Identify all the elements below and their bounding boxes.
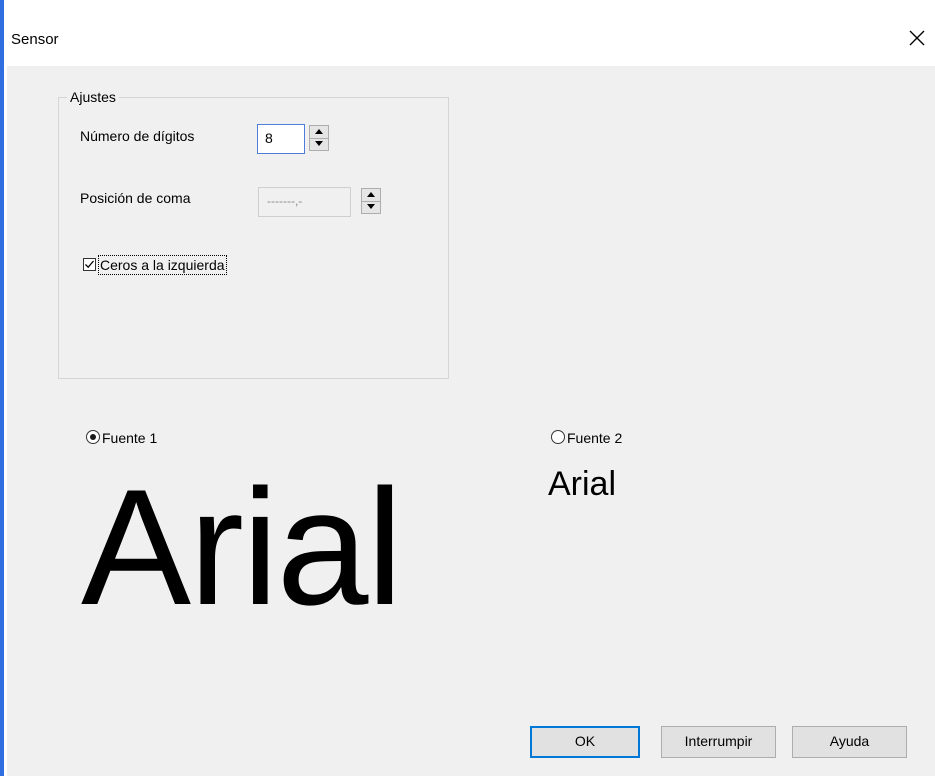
- sensor-dialog: Sensor Ajustes Número de dígitos 8 Posic…: [7, 0, 935, 776]
- font1-radio[interactable]: [86, 430, 100, 444]
- cancel-button[interactable]: Interrumpir: [661, 726, 776, 758]
- comma-position-label: Posición de coma: [80, 190, 191, 206]
- window-title: Sensor: [11, 31, 59, 48]
- font2-label[interactable]: Fuente 2: [567, 430, 622, 446]
- leading-zeros-checkbox[interactable]: [83, 258, 96, 271]
- arrow-up-icon: [367, 192, 375, 197]
- title-bar: Sensor: [7, 0, 935, 66]
- help-button[interactable]: Ayuda: [792, 726, 907, 758]
- arrow-down-icon: [367, 204, 375, 209]
- arrow-up-icon: [315, 129, 323, 134]
- leading-zeros-label[interactable]: Ceros a la izquierda: [98, 255, 227, 275]
- window-accent-edge: [0, 0, 4, 776]
- arrow-down-icon: [315, 141, 323, 146]
- font2-radio[interactable]: [551, 430, 565, 444]
- checkmark-icon: [85, 260, 94, 269]
- radio-selected-dot: [90, 434, 96, 440]
- comma-position-spinner: [361, 188, 381, 214]
- digits-decrement-button[interactable]: [310, 138, 328, 150]
- font1-label[interactable]: Fuente 1: [102, 430, 157, 446]
- close-button[interactable]: [903, 24, 931, 52]
- digits-spinner: [309, 125, 329, 151]
- close-icon: [909, 30, 925, 46]
- digits-label: Número de dígitos: [80, 128, 195, 144]
- settings-group-label: Ajustes: [67, 89, 119, 105]
- comma-position-input[interactable]: -------,-: [258, 187, 351, 217]
- comma-position-decrement-button[interactable]: [362, 201, 380, 213]
- digits-input[interactable]: 8: [257, 124, 305, 154]
- font1-preview: Arial: [81, 455, 403, 639]
- font2-preview: Arial: [548, 465, 617, 503]
- ok-button[interactable]: OK: [530, 726, 640, 758]
